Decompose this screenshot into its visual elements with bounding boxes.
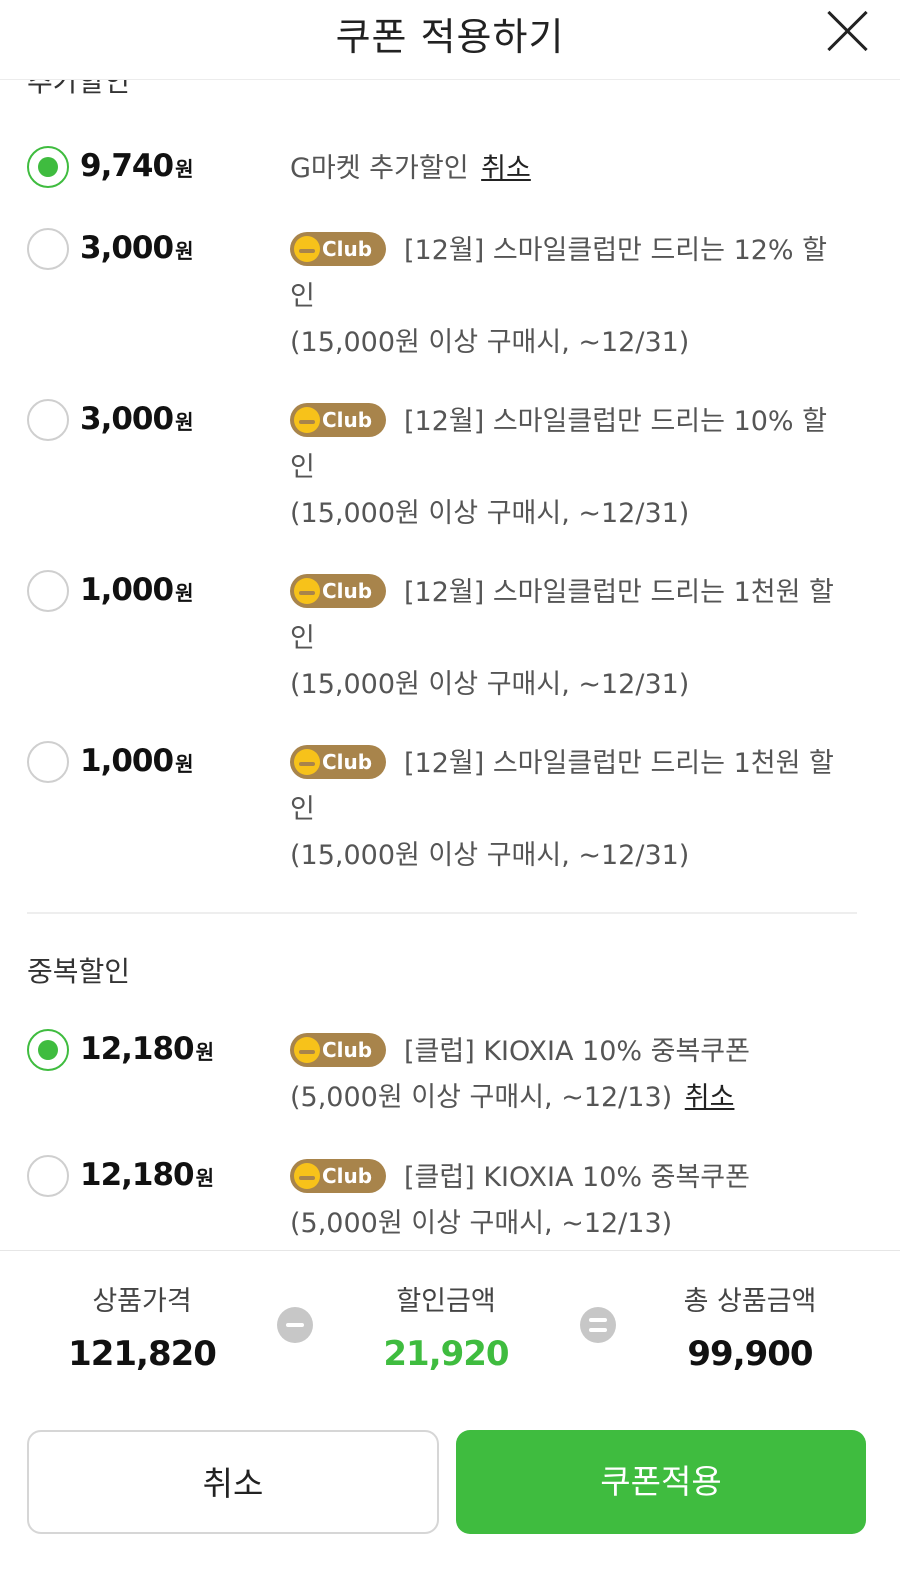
club-badge: Club xyxy=(290,744,386,779)
total-amount: 총 상품금액 99,900 xyxy=(630,1279,870,1374)
equals-icon xyxy=(580,1307,616,1343)
smile-face-icon xyxy=(294,748,320,775)
coupon-amount: 1,000 원 xyxy=(80,743,193,779)
discount-label: 할인금액 xyxy=(396,1286,496,1317)
smile-face-icon xyxy=(294,406,320,433)
coupon-description: Club [12월] 스마일클럽만 드리는 10% 할 인 (15,000원 이상… xyxy=(290,399,860,537)
club-badge: Club xyxy=(290,402,386,437)
coupon-amount: 12,180 원 xyxy=(80,1157,214,1193)
minus-icon xyxy=(277,1307,313,1343)
total-value: 99,900 xyxy=(687,1334,813,1374)
coupon-radio[interactable] xyxy=(27,1029,69,1071)
coupon-description: G마켓 추가할인 취소 xyxy=(290,153,531,184)
coupon-radio[interactable] xyxy=(27,228,69,270)
product-price: 상품가격 121,820 xyxy=(22,1279,262,1374)
club-badge: Club xyxy=(290,1032,386,1067)
product-price-value: 121,820 xyxy=(68,1334,217,1374)
club-badge: Club xyxy=(290,231,386,266)
modal-title: 쿠폰 적용하기 xyxy=(335,15,565,59)
cancel-button[interactable]: 취소 xyxy=(27,1430,439,1534)
modal-header: 쿠폰 적용하기 xyxy=(0,0,900,80)
smile-face-icon xyxy=(294,1162,320,1189)
coupon-cancel-link[interactable]: 취소 xyxy=(481,153,531,184)
coupon-description: Club [12월] 스마일클럽만 드리는 1천원 할 인 (15,000원 이상… xyxy=(290,570,860,708)
section-label-dup: 중복할인 xyxy=(27,955,131,988)
coupon-radio[interactable] xyxy=(27,741,69,783)
discount-value: 21,920 xyxy=(383,1334,509,1374)
coupon-description: Club [12월] 스마일클럽만 드리는 12% 할 인 (15,000원 이상… xyxy=(290,228,860,366)
coupon-amount: 12,180 원 xyxy=(80,1031,214,1067)
coupon-amount: 1,000 원 xyxy=(80,572,193,608)
smile-face-icon xyxy=(294,577,320,604)
coupon-radio[interactable] xyxy=(27,146,69,188)
total-label: 총 상품금액 xyxy=(683,1286,817,1317)
coupon-cancel-link[interactable]: 취소 xyxy=(685,1082,735,1113)
smile-face-icon xyxy=(294,235,320,262)
coupon-radio[interactable] xyxy=(27,570,69,612)
club-badge: Club xyxy=(290,573,386,608)
section-label-extra: 추가할인 xyxy=(27,80,131,98)
smile-face-icon xyxy=(294,1036,320,1063)
coupon-radio[interactable] xyxy=(27,1155,69,1197)
price-summary: 상품가격 121,820 할인금액 21,920 총 상품금액 99,900 xyxy=(0,1250,900,1400)
product-price-label: 상품가격 xyxy=(92,1286,192,1317)
discount-amount: 할인금액 21,920 xyxy=(326,1279,566,1374)
coupon-amount: 9,740 원 xyxy=(80,148,193,184)
coupon-description: Club [클럽] KIOXIA 10% 중복쿠폰 (5,000원 이상 구매시,… xyxy=(290,1155,860,1247)
coupon-amount: 3,000 원 xyxy=(80,230,193,266)
coupon-radio[interactable] xyxy=(27,399,69,441)
close-icon[interactable] xyxy=(826,8,870,52)
section-divider xyxy=(27,912,857,914)
coupon-description: Club [12월] 스마일클럽만 드리는 1천원 할 인 (15,000원 이상… xyxy=(290,741,860,879)
coupon-description: Club [클럽] KIOXIA 10% 중복쿠폰 (5,000원 이상 구매시,… xyxy=(290,1029,860,1121)
apply-coupon-button[interactable]: 쿠폰적용 xyxy=(456,1430,866,1534)
coupon-amount: 3,000 원 xyxy=(80,401,193,437)
coupon-list[interactable]: 추가할인 9,740 원 G마켓 추가할인 취소 3,000 원 Club [12월]… xyxy=(0,80,900,1250)
club-badge: Club xyxy=(290,1158,386,1193)
